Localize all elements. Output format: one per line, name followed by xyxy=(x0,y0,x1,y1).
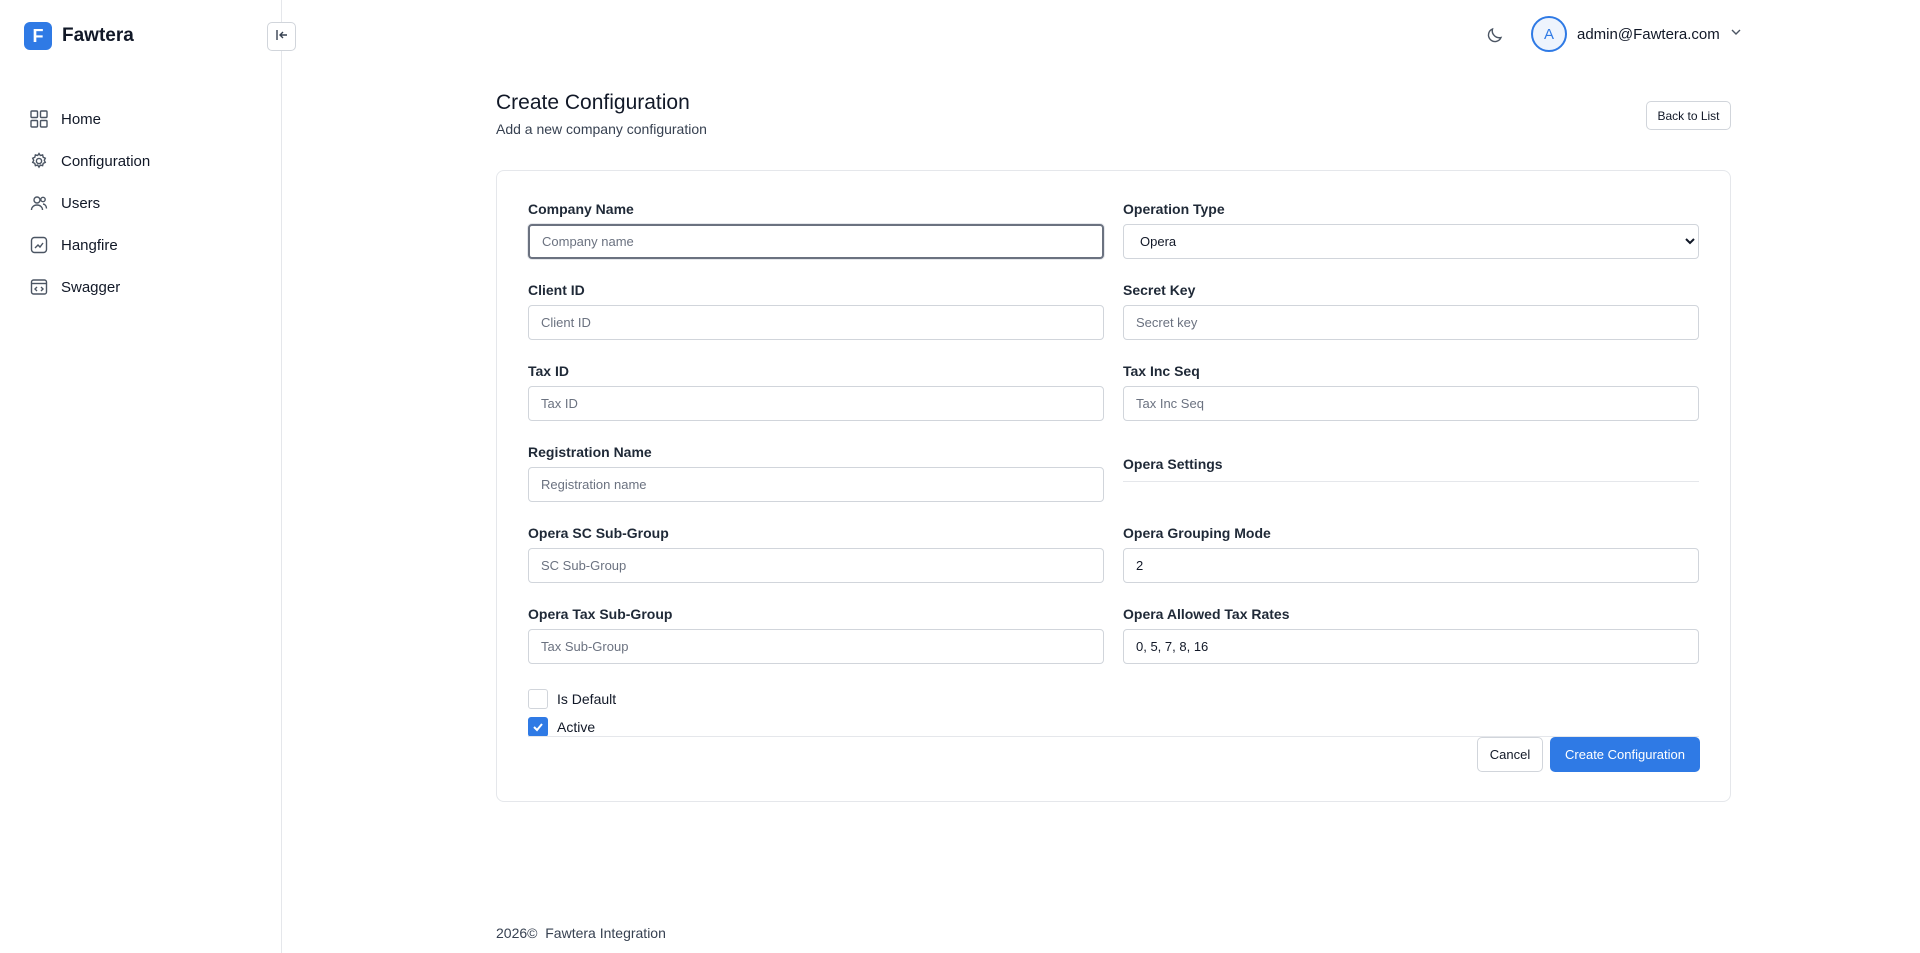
opera-tax-sub-group-field: Opera Tax Sub-Group xyxy=(528,606,1104,664)
opera-allowed-tax-rates-input[interactable] xyxy=(1123,629,1699,664)
users-icon xyxy=(30,194,48,212)
sidebar-nav: Home Configuration Users Hangfire Swagge… xyxy=(30,98,150,308)
tax-inc-seq-input[interactable] xyxy=(1123,386,1699,421)
tax-id-field: Tax ID xyxy=(528,363,1104,421)
registration-name-input[interactable] xyxy=(528,467,1104,502)
collapse-sidebar-button[interactable] xyxy=(267,22,296,51)
page-subtitle: Add a new company configuration xyxy=(496,121,707,137)
footer-text: Fawtera Integration xyxy=(545,925,666,941)
brand-logo: F xyxy=(24,22,52,50)
opera-allowed-tax-rates-field: Opera Allowed Tax Rates xyxy=(1123,606,1699,664)
opera-grouping-mode-field: Opera Grouping Mode xyxy=(1123,525,1699,583)
tax-id-input[interactable] xyxy=(528,386,1104,421)
field-label: Client ID xyxy=(528,282,585,298)
opera-sc-sub-group-input[interactable] xyxy=(528,548,1104,583)
footer: 2026© Fawtera Integration xyxy=(496,925,666,941)
field-label: Opera Grouping Mode xyxy=(1123,525,1271,541)
field-label: Opera SC Sub-Group xyxy=(528,525,669,541)
sidebar-item-hangfire[interactable]: Hangfire xyxy=(30,224,150,266)
moon-icon xyxy=(1486,26,1504,49)
opera-settings-heading: Opera Settings xyxy=(1123,456,1699,482)
field-label: Company Name xyxy=(528,201,634,217)
footer-year: 2026© xyxy=(496,925,538,941)
brand-name: Fawtera xyxy=(62,25,134,46)
back-to-list-button[interactable]: Back to List xyxy=(1646,101,1731,130)
configuration-form-card: Company Name Operation Type Opera Client… xyxy=(496,170,1731,802)
sidebar-item-label: Home xyxy=(61,110,102,128)
sidebar-item-label: Users xyxy=(61,194,101,212)
field-label: Opera Allowed Tax Rates xyxy=(1123,606,1290,622)
active-label: Active xyxy=(557,719,596,735)
secret-key-field: Secret Key xyxy=(1123,282,1699,340)
chevron-down-icon xyxy=(1730,25,1742,43)
is-default-checkbox[interactable] xyxy=(528,689,548,709)
create-configuration-button[interactable]: Create Configuration xyxy=(1550,737,1700,772)
operation-type-select[interactable]: Opera xyxy=(1123,224,1699,259)
brand[interactable]: F Fawtera xyxy=(24,22,134,50)
chart-icon xyxy=(30,236,48,254)
opera-tax-sub-group-input[interactable] xyxy=(528,629,1104,664)
sidebar-item-configuration[interactable]: Configuration xyxy=(30,140,150,182)
active-row[interactable]: Active xyxy=(528,717,595,737)
company-name-field: Company Name xyxy=(528,201,1104,259)
client-id-input[interactable] xyxy=(528,305,1104,340)
avatar: A xyxy=(1531,16,1567,52)
tax-inc-seq-field: Tax Inc Seq xyxy=(1123,363,1699,421)
sidebar-item-users[interactable]: Users xyxy=(30,182,150,224)
sidebar-item-label: Configuration xyxy=(61,152,151,170)
code-icon xyxy=(30,278,48,296)
sidebar-item-swagger[interactable]: Swagger xyxy=(30,266,150,308)
field-label: Secret Key xyxy=(1123,282,1196,298)
field-label: Opera Tax Sub-Group xyxy=(528,606,673,622)
operation-type-field: Operation Type Opera xyxy=(1123,201,1699,259)
collapse-icon xyxy=(275,28,289,45)
opera-grouping-mode-input[interactable] xyxy=(1123,548,1699,583)
is-default-row[interactable]: Is Default xyxy=(528,689,616,709)
field-label: Registration Name xyxy=(528,444,652,460)
grid-icon xyxy=(30,110,48,128)
gear-icon xyxy=(30,152,48,170)
field-label: Operation Type xyxy=(1123,201,1225,217)
user-email: admin@Fawtera.com xyxy=(1577,25,1720,43)
is-default-label: Is Default xyxy=(557,691,617,707)
opera-sc-sub-group-field: Opera SC Sub-Group xyxy=(528,525,1104,583)
user-menu[interactable]: A admin@Fawtera.com xyxy=(1531,16,1742,52)
theme-toggle-button[interactable] xyxy=(1483,25,1507,49)
check-icon xyxy=(533,723,543,732)
registration-name-field: Registration Name xyxy=(528,444,1104,502)
company-name-input[interactable] xyxy=(528,224,1104,259)
page-title: Create Configuration xyxy=(496,91,690,114)
sidebar-item-label: Hangfire xyxy=(61,236,118,254)
sidebar-item-label: Swagger xyxy=(61,278,121,296)
sidebar-item-home[interactable]: Home xyxy=(30,98,150,140)
client-id-field: Client ID xyxy=(528,282,1104,340)
secret-key-input[interactable] xyxy=(1123,305,1699,340)
field-label: Tax Inc Seq xyxy=(1123,363,1200,379)
active-checkbox[interactable] xyxy=(528,717,548,737)
field-label: Tax ID xyxy=(528,363,569,379)
cancel-button[interactable]: Cancel xyxy=(1477,737,1543,772)
sidebar: F Fawtera Home Configuration Users Hangf… xyxy=(0,0,282,953)
